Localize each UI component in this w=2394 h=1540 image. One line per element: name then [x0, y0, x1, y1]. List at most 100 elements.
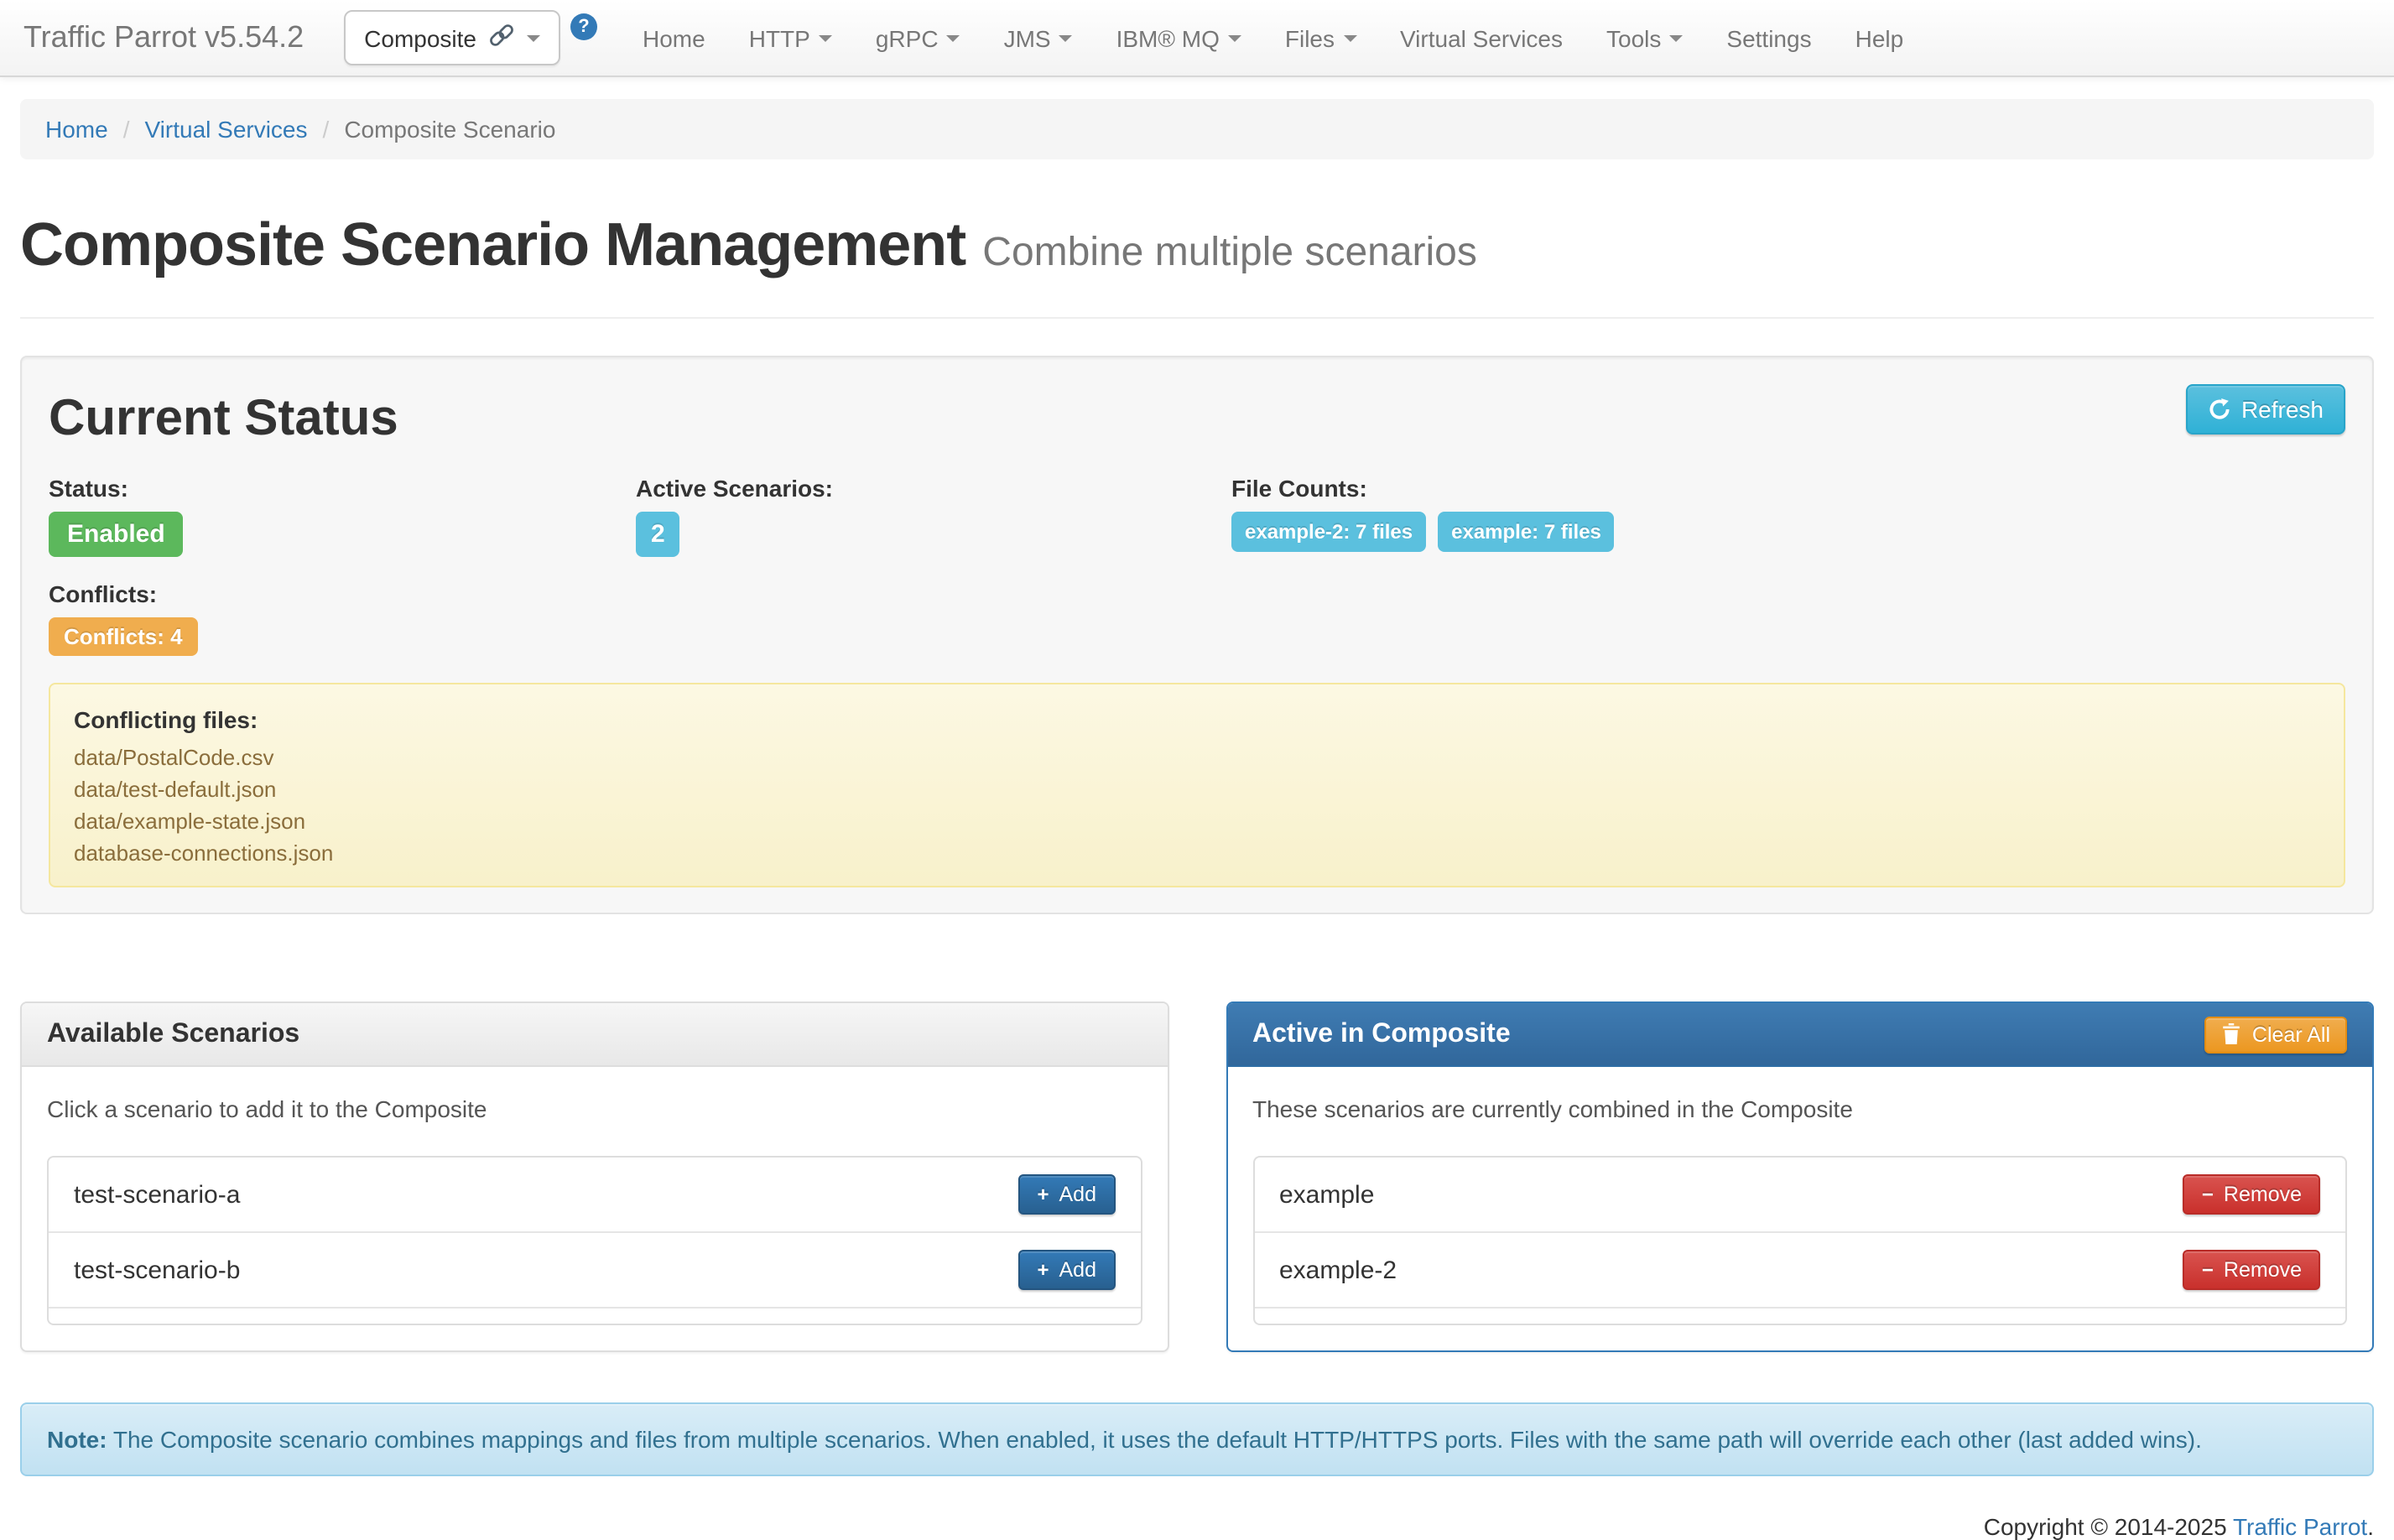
- nav-item[interactable]: IBM® MQ: [1095, 0, 1263, 76]
- breadcrumb: Home / Virtual Services / Composite Scen…: [20, 99, 2374, 159]
- nav-item-label: IBM® MQ: [1116, 24, 1220, 51]
- active-scenario-row: example-2 − Remove: [1254, 1233, 2345, 1308]
- page-title-text: Composite Scenario Management: [20, 210, 965, 278]
- scenario-name: test-scenario-a: [74, 1180, 240, 1209]
- chevron-down-icon: [819, 34, 832, 41]
- refresh-button[interactable]: Refresh: [2186, 384, 2345, 434]
- available-scenario-list: test-scenario-a + Add test-scenario-b: [47, 1156, 1142, 1325]
- plus-icon: +: [1037, 1260, 1049, 1280]
- add-button-label: Add: [1059, 1258, 1097, 1282]
- scenario-dropdown-label: Composite: [364, 24, 476, 51]
- file-count-badge: example: 7 files: [1438, 512, 1615, 552]
- nav-item-label: Virtual Services: [1400, 24, 1563, 51]
- nav-item-label: Tools: [1606, 24, 1661, 51]
- conflicting-file-item: data/test-default.json: [74, 773, 2320, 805]
- remove-scenario-button[interactable]: − Remove: [2183, 1250, 2320, 1290]
- nav-item[interactable]: Settings: [1704, 0, 1833, 76]
- status-badge: Enabled: [49, 512, 184, 557]
- plus-icon: +: [1037, 1184, 1049, 1204]
- nav-item-label: Home: [643, 24, 705, 51]
- page-header: Composite Scenario Management Combine mul…: [20, 210, 2374, 319]
- conflicts-field: Conflicts: Conflicts: 4: [49, 580, 2345, 656]
- file-counts-field: File Counts: example-2: 7 files example:…: [1231, 475, 2345, 557]
- active-composite-title: Active in Composite: [1252, 1019, 1511, 1049]
- nav-item-label: HTTP: [749, 24, 810, 51]
- status-field: Status: Enabled: [49, 475, 636, 557]
- nav-item-label: Files: [1285, 24, 1335, 51]
- breadcrumb-link[interactable]: Virtual Services: [145, 116, 308, 143]
- available-scenarios-title: Available Scenarios: [47, 1019, 299, 1049]
- main-nav: Home HTTP gRPC JMS: [621, 0, 1925, 76]
- nav-item-label: JMS: [1004, 24, 1051, 51]
- nav-item[interactable]: Files: [1263, 0, 1378, 76]
- chevron-down-icon: [527, 34, 540, 41]
- file-count-badge: example-2: 7 files: [1231, 512, 1426, 552]
- active-scenario-list: example − Remove example-2 −: [1252, 1156, 2347, 1325]
- nav-item[interactable]: Tools: [1585, 0, 1704, 76]
- add-button-label: Add: [1059, 1183, 1097, 1206]
- add-scenario-button[interactable]: + Add: [1018, 1174, 1115, 1215]
- breadcrumb-link[interactable]: Home: [45, 116, 108, 143]
- trash-icon: [2222, 1023, 2242, 1045]
- refresh-button-label: Refresh: [2241, 396, 2324, 423]
- nav-item[interactable]: Virtual Services: [1378, 0, 1585, 76]
- add-scenario-button[interactable]: + Add: [1018, 1250, 1115, 1290]
- chevron-down-icon: [1059, 34, 1073, 41]
- active-scenario-row: example − Remove: [1254, 1158, 2345, 1233]
- active-composite-header: Active in Composite Clear All: [1227, 1003, 2372, 1067]
- nav-item-label: Help: [1855, 24, 1904, 51]
- available-scenarios-panel: Available Scenarios Click a scenario to …: [20, 1002, 1168, 1352]
- page-subtitle: Combine multiple scenarios: [982, 230, 1477, 275]
- page-title: Composite Scenario Management Combine mul…: [20, 210, 2374, 280]
- nav-item-label: gRPC: [876, 24, 939, 51]
- chevron-down-icon: [1228, 34, 1241, 41]
- available-scenarios-hint: Click a scenario to add it to the Compos…: [47, 1095, 1142, 1122]
- note-text: The Composite scenario combines mappings…: [107, 1426, 2202, 1453]
- file-count-badges: example-2: 7 files example: 7 files: [1231, 512, 2345, 552]
- app-brand: Traffic Parrot v5.54.2: [23, 20, 304, 55]
- footer-suffix: .: [2367, 1513, 2374, 1540]
- help-icon[interactable]: ?: [570, 13, 597, 39]
- chevron-down-icon: [947, 34, 960, 41]
- clear-all-button[interactable]: Clear All: [2205, 1016, 2347, 1053]
- page-container: Home / Virtual Services / Composite Scen…: [0, 99, 2394, 1476]
- current-status-heading: Current Status: [49, 391, 398, 448]
- active-scenarios-field: Active Scenarios: 2: [636, 475, 1231, 557]
- refresh-icon: [2208, 398, 2231, 421]
- breadcrumb-separator: /: [323, 116, 330, 143]
- conflicting-files-alert: Conflicting files: data/PostalCode.csv d…: [49, 683, 2345, 887]
- note-alert: Note: The Composite scenario combines ma…: [20, 1402, 2374, 1476]
- chevron-down-icon: [1343, 34, 1356, 41]
- conflicting-files-list: data/PostalCode.csv data/test-default.js…: [74, 741, 2320, 869]
- remove-button-label: Remove: [2224, 1258, 2302, 1282]
- active-scenarios-label: Active Scenarios:: [636, 475, 1231, 502]
- footer-link[interactable]: Traffic Parrot: [2233, 1513, 2367, 1540]
- current-status-panel: Current Status Refresh Status: Enable: [20, 356, 2374, 914]
- file-counts-label: File Counts:: [1231, 475, 2345, 502]
- nav-item[interactable]: HTTP: [727, 0, 854, 76]
- footer: Copyright © 2014-2025 Traffic Parrot.: [20, 1513, 2374, 1540]
- chevron-down-icon: [1669, 34, 1683, 41]
- available-scenario-row[interactable]: test-scenario-a + Add: [49, 1158, 1140, 1233]
- nav-item[interactable]: Home: [621, 0, 727, 76]
- navbar: Traffic Parrot v5.54.2 Composite ? Home: [0, 0, 2394, 77]
- available-scenario-row[interactable]: test-scenario-b + Add: [49, 1233, 1140, 1308]
- traffic-parrot-app: Traffic Parrot v5.54.2 Composite ? Home: [0, 0, 2394, 1515]
- nav-item[interactable]: Help: [1834, 0, 1926, 76]
- remove-scenario-button[interactable]: − Remove: [2183, 1174, 2320, 1215]
- remove-button-label: Remove: [2224, 1183, 2302, 1206]
- minus-icon: −: [2202, 1260, 2214, 1280]
- conflicting-file-item: database-connections.json: [74, 837, 2320, 869]
- active-scenarios-badge: 2: [636, 512, 680, 557]
- status-label: Status:: [49, 475, 636, 502]
- scenario-name: test-scenario-b: [74, 1256, 240, 1284]
- nav-item[interactable]: gRPC: [854, 0, 982, 76]
- active-composite-hint: These scenarios are currently combined i…: [1252, 1095, 2347, 1122]
- conflicts-badge: Conflicts: 4: [49, 617, 198, 656]
- note-prefix: Note:: [47, 1426, 107, 1453]
- nav-item[interactable]: JMS: [982, 0, 1095, 76]
- scenario-name: example-2: [1279, 1256, 1397, 1284]
- scenario-dropdown[interactable]: Composite: [344, 10, 560, 65]
- breadcrumb-current: Composite Scenario: [344, 116, 555, 143]
- conflicting-file-item: data/PostalCode.csv: [74, 741, 2320, 773]
